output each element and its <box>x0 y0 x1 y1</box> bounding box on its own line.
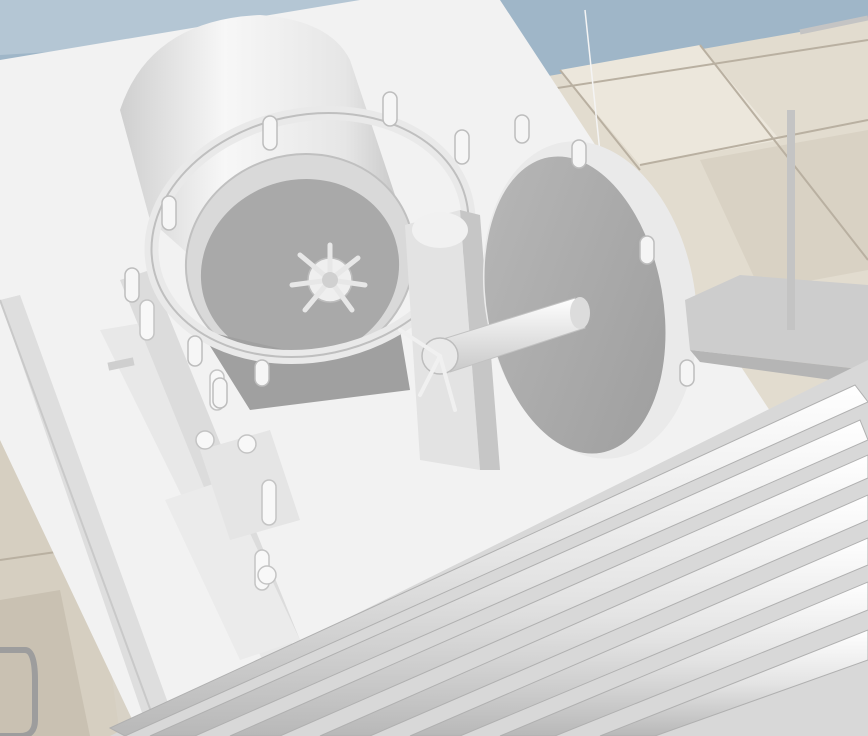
simulation-viewport[interactable] <box>0 0 868 736</box>
render-canvas[interactable] <box>0 0 868 736</box>
